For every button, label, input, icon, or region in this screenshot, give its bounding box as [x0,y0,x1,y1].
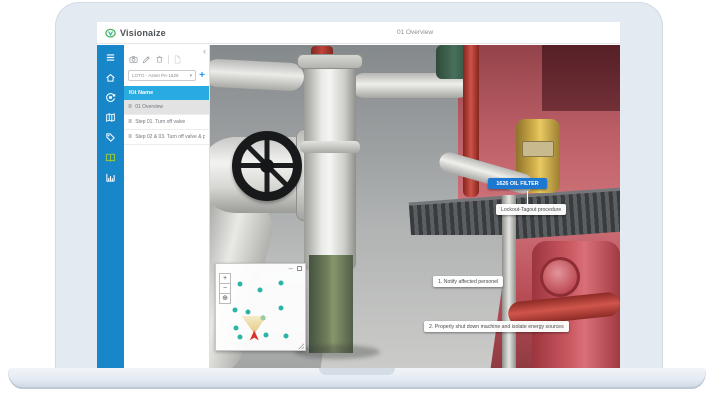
menu-icon[interactable] [97,49,124,65]
minimap-waypoint-dot[interactable] [246,310,251,315]
tag-icon[interactable] [97,127,124,147]
scene-pipe-collar [300,141,360,153]
annotation-note[interactable]: 1. Notify affected personel [433,276,503,287]
camera-icon[interactable] [129,55,138,64]
minimap-waypoint-dot[interactable] [234,325,239,330]
app-window: Visionaize 01 Overview [97,22,620,368]
collapse-panel-button[interactable]: ‹ [203,47,206,56]
visionaize-logo-icon [105,28,116,39]
kit-list-item-step01[interactable]: ≣ Step 01. Turn off valve [124,115,209,130]
scene-vertical-pipe [304,59,356,271]
app-header: Visionaize 01 Overview [97,22,620,44]
scene-flange [297,54,363,69]
toolbar-divider [168,55,169,64]
annotation-note[interactable]: 2. Properly shut down machine and isolat… [424,321,569,332]
scene-dark-equipment [542,45,620,111]
annotation-note[interactable]: Lockout-Tagout procedure [496,204,566,215]
minimap-waypoint-dot[interactable] [257,287,262,292]
laptop-base [8,368,706,389]
kit-select-dropdown[interactable]: LOTO - Asset PA-1626 ▾ [128,70,196,81]
kit-list-item-overview[interactable]: ≣ 01 Overview [124,100,209,115]
minimap-waypoint-dot[interactable] [238,335,243,340]
annotation-leader-line [527,191,528,205]
home-icon[interactable] [97,67,124,87]
minimap-maximize-button[interactable] [297,266,302,271]
sidebar [97,45,124,368]
laptop-mockup: Visionaize 01 Overview [0,0,714,414]
minimap-waypoint-dot[interactable] [238,281,243,286]
list-item-icon: ≣ [128,120,132,125]
list-item-icon: ≣ [128,105,132,110]
brand-name: Visionaize [120,28,166,38]
kit-panel: ‹ LOTO - Asset PA-1626 ▾ + Kit Name [124,45,210,368]
delete-icon[interactable] [155,55,164,64]
map-icon[interactable] [97,107,124,127]
kit-toolbar [124,45,209,68]
brand: Visionaize [105,22,166,44]
scene-pipe [210,58,305,91]
minimap-resize-handle[interactable] [298,343,304,349]
minimap-waypoint-dot[interactable] [232,307,237,312]
export-icon[interactable] [173,55,182,64]
list-item-icon: ≣ [128,135,132,140]
add-kit-button[interactable]: + [199,71,205,81]
edit-icon[interactable] [142,55,151,64]
viewpoint-title: 01 Overview [397,22,433,44]
assets-icon[interactable] [97,87,124,107]
minimap-recenter-button[interactable]: ⊕ [219,293,231,304]
kit-list-item-step02-03[interactable]: ≣ Step 02 & 03. Turn off valve & pe... [124,130,209,145]
scene-shadow [294,345,380,359]
kit-list-header: Kit Name [124,86,209,100]
workbook-icon[interactable] [97,147,124,167]
minimap-minimize-button[interactable]: – [289,265,293,272]
minimap-panel[interactable]: – + − ⊕ [215,263,306,351]
minimap-waypoint-dot[interactable] [284,334,289,339]
kit-select-value: LOTO - Asset PA-1626 [132,73,190,78]
scene-valve-hub [260,159,274,173]
scene-pump-cap [540,257,580,297]
kit-select-row: LOTO - Asset PA-1626 ▾ + [124,68,209,86]
minimap-waypoint-dot[interactable] [278,305,283,310]
panorama-viewport[interactable]: 1626 OIL FILTER Lockout-Tagout procedure… [210,45,620,368]
minimap-waypoint-dot[interactable] [278,280,283,285]
asset-tag-label[interactable]: 1626 OIL FILTER [488,178,547,189]
scene-green-pipe-base [309,255,353,353]
camera-position-marker[interactable] [250,330,259,340]
reports-icon[interactable] [97,167,124,187]
scene-vessel-label [522,141,554,157]
minimap-waypoint-dot[interactable] [263,333,268,338]
scene-pipe [502,195,516,368]
laptop-notch [319,368,395,375]
chevron-down-icon: ▾ [190,73,193,79]
